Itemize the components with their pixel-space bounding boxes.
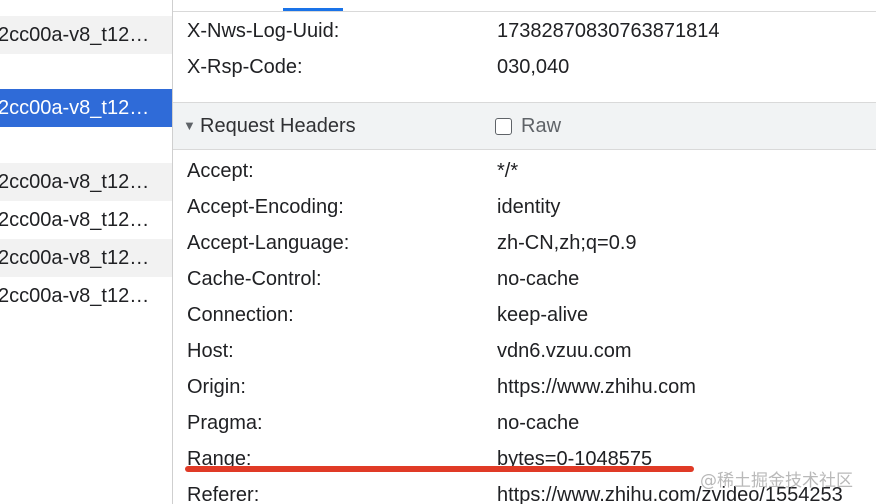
watermark: @稀土掘金技术社区	[700, 471, 853, 491]
header-key: Host:	[187, 340, 234, 362]
section-title: Request Headers	[200, 115, 356, 137]
triangle-down-icon[interactable]: ▼	[183, 103, 196, 149]
request-list-item[interactable]: 2cc00a-v8_t12…	[0, 239, 172, 277]
request-header-row: Connection: keep-alive	[173, 297, 876, 333]
request-list-item[interactable]: 2cc00a-v8_t12…	[0, 201, 172, 239]
raw-checkbox-label[interactable]: Raw	[521, 103, 561, 149]
header-value: no-cache	[497, 412, 580, 434]
request-list-item[interactable]: 2cc00a-v8_t12…	[0, 277, 172, 315]
request-list: 2cc00a-v8_t12… 2cc00a-v8_t12… 2cc00a-v8_…	[0, 0, 173, 504]
request-header-row: Accept: */*	[173, 153, 876, 189]
headers-panel: X-Nws-Log-Uuid: 17382870830763871814 X-R…	[173, 0, 876, 504]
header-key: X-Rsp-Code:	[187, 56, 303, 78]
header-value: identity	[497, 196, 561, 218]
request-header-row: Pragma: no-cache	[173, 405, 876, 441]
request-header-row: Accept-Language: zh-CN,zh;q=0.9	[173, 225, 876, 261]
header-value: 17382870830763871814	[497, 20, 720, 42]
response-header-row: X-Nws-Log-Uuid: 17382870830763871814	[173, 13, 876, 49]
raw-checkbox[interactable]	[495, 118, 512, 135]
header-value: no-cache	[497, 268, 580, 290]
request-header-row: Origin: https://www.zhihu.com	[173, 369, 876, 405]
header-key: Origin:	[187, 376, 246, 398]
request-header-row: Accept-Encoding: identity	[173, 189, 876, 225]
request-list-item[interactable]	[0, 127, 172, 165]
header-value: keep-alive	[497, 304, 589, 326]
request-name: 2cc00a-v8_t12…	[0, 285, 150, 307]
request-name: 2cc00a-v8_t12…	[0, 171, 150, 193]
header-value: zh-CN,zh;q=0.9	[497, 232, 637, 254]
divider	[173, 11, 876, 12]
request-name: 2cc00a-v8_t12…	[0, 247, 150, 269]
request-list-item-selected[interactable]: 2cc00a-v8_t12…	[0, 89, 172, 127]
request-header-row: Cache-Control: no-cache	[173, 261, 876, 297]
header-value: vdn6.vzuu.com	[497, 340, 632, 362]
header-key: Accept-Language:	[187, 232, 350, 254]
header-key: Cache-Control:	[187, 268, 322, 290]
header-key: Accept:	[187, 160, 254, 182]
request-list-item[interactable]: 2cc00a-v8_t12…	[0, 16, 172, 54]
header-key: X-Nws-Log-Uuid:	[187, 20, 340, 42]
highlight-underline	[185, 466, 694, 472]
header-value: https://www.zhihu.com	[497, 376, 696, 398]
request-list-item[interactable]: 2cc00a-v8_t12…	[0, 163, 172, 201]
header-key: Accept-Encoding:	[187, 196, 344, 218]
request-list-item[interactable]	[0, 54, 172, 92]
request-name: 2cc00a-v8_t12…	[0, 24, 150, 46]
header-key: Connection:	[187, 304, 294, 326]
response-header-row: X-Rsp-Code: 030,040	[173, 49, 876, 85]
request-name: 2cc00a-v8_t12…	[0, 209, 150, 231]
header-key: Referer:	[187, 484, 260, 504]
request-header-row: Host: vdn6.vzuu.com	[173, 333, 876, 369]
request-name: 2cc00a-v8_t12…	[0, 97, 150, 119]
header-key: Pragma:	[187, 412, 263, 434]
header-value: */*	[497, 160, 519, 182]
header-value: 030,040	[497, 56, 570, 78]
request-headers-section[interactable]: ▼ Request Headers Raw	[173, 102, 876, 150]
